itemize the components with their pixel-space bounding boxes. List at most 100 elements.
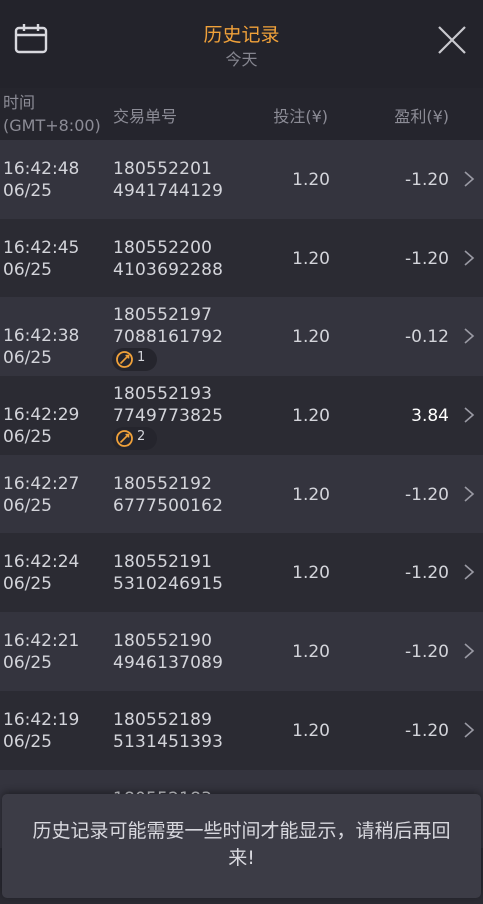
- row-bet: 1.20: [292, 170, 330, 190]
- row-order-id: 180552189 5131451393: [113, 709, 223, 753]
- row-bet: 1.20: [292, 406, 330, 427]
- row-profit: -1.20: [405, 248, 449, 269]
- row-order-id: 180552197 7088161792: [113, 304, 223, 348]
- row-order-id-part2: 4941744129: [113, 181, 224, 201]
- table-row[interactable]: 16:42:38 06/25 180552197 7088161792 1 1.20 -0.…: [0, 297, 483, 377]
- row-order-id-part1: 180552192: [113, 473, 213, 494]
- row-time: 16:42:21 06/25: [3, 630, 79, 674]
- row-order-id: 180552192 6777500162: [113, 473, 223, 517]
- row-time-clock: 16:42:48: [3, 159, 80, 179]
- row-time: 16:42:38 06/25: [3, 325, 79, 369]
- close-icon[interactable]: [436, 24, 468, 56]
- toast-message: 历史记录可能需要一些时间才能显示，请稍后再回来!: [32, 820, 451, 869]
- row-profit: -1.20: [405, 563, 449, 584]
- row-time: 16:42:27 06/25: [3, 473, 79, 517]
- row-time: 16:42:48 06/25: [3, 158, 79, 202]
- column-header-time-label: 时间: [3, 93, 36, 112]
- row-time: 16:42:19 06/25: [3, 709, 79, 753]
- row-order-id: 180552201 4941744129: [113, 158, 223, 202]
- chevron-right-icon[interactable]: [463, 249, 475, 267]
- row-time-clock: 16:42:19: [3, 709, 80, 730]
- chevron-right-icon[interactable]: [463, 563, 475, 581]
- row-time: 16:42:45 06/25: [3, 237, 79, 281]
- row-order-id-part1: 180552200: [113, 237, 213, 258]
- date-filter-label[interactable]: 今天: [0, 46, 483, 70]
- column-header-time: 时间 (GMT+8:00): [3, 91, 101, 137]
- row-order-id-part2: 5131451393: [113, 731, 224, 752]
- row-time-clock: 16:42:21: [3, 631, 80, 652]
- row-profit: -1.20: [405, 642, 449, 663]
- table-row[interactable]: 16:42:21 06/25 180552190 4946137089 1.20 -1.2…: [0, 612, 483, 691]
- row-time-date: 06/25: [3, 427, 52, 448]
- column-header-bet: 投注(¥): [273, 107, 328, 126]
- column-header-profit: 盈利(¥): [394, 107, 449, 126]
- table-row[interactable]: 16:42:45 06/25 180552200 4103692288 1.20 -1.2…: [0, 218, 483, 298]
- table-row[interactable]: 16:42:48 06/25 180552201 4941744129 1.20 -1.2…: [0, 140, 483, 219]
- row-bet: 1.20: [292, 720, 330, 741]
- table-row[interactable]: 16:42:24 06/25 180552191 5310246915 1.20 -1.2…: [0, 533, 483, 613]
- chevron-right-icon[interactable]: [463, 327, 475, 345]
- chevron-right-icon[interactable]: [463, 642, 475, 660]
- header-bar: 历史记录 今天: [0, 0, 483, 88]
- row-order-id-part2: 7088161792: [113, 327, 224, 348]
- row-profit: 3.84: [411, 406, 449, 427]
- row-order-id: 180552193 7749773825: [113, 383, 223, 427]
- row-time-date: 06/25: [3, 731, 52, 752]
- row-order-id: 180552191 5310246915: [113, 551, 223, 595]
- history-list: 16:42:48 06/25 180552201 4941744129 1.20 -1.2…: [0, 140, 483, 849]
- row-order-id: 180552190 4946137089: [113, 630, 223, 674]
- table-row[interactable]: 16:42:27 06/25 180552192 6777500162 1.20 -1.2…: [0, 454, 483, 534]
- row-order-id-part2: 6777500162: [113, 495, 224, 516]
- row-profit: -1.20: [405, 720, 449, 741]
- loading-notice-toast: 历史记录可能需要一些时间才能显示，请稍后再回来!: [2, 794, 481, 898]
- row-time: 16:42:29 06/25: [3, 404, 79, 448]
- row-order-id-part2: 5310246915: [113, 574, 224, 595]
- row-bet: 1.20: [292, 248, 330, 269]
- row-order-id-part2: 7749773825: [113, 406, 224, 427]
- row-profit: -1.20: [405, 484, 449, 505]
- row-time-date: 06/25: [3, 181, 52, 201]
- row-order-id-part2: 4103692288: [113, 259, 224, 280]
- row-bet: 1.20: [292, 642, 330, 663]
- row-order-id-part1: 180552191: [113, 552, 213, 573]
- free-spin-icon: [116, 351, 133, 369]
- column-header-order-id: 交易单号: [113, 107, 178, 126]
- row-time-date: 06/25: [3, 495, 52, 516]
- row-time-date: 06/25: [3, 348, 52, 369]
- chevron-right-icon[interactable]: [463, 721, 475, 739]
- row-time-clock: 16:42:27: [3, 473, 80, 494]
- row-time: 16:42:24 06/25: [3, 551, 79, 595]
- row-profit: -1.20: [405, 170, 449, 190]
- free-spin-icon: [116, 430, 133, 447]
- free-spin-badge: 2: [112, 427, 157, 451]
- row-time-date: 06/25: [3, 653, 52, 674]
- free-spin-count: 2: [137, 429, 146, 445]
- row-bet: 1.20: [292, 327, 330, 348]
- row-time-date: 06/25: [3, 259, 52, 280]
- row-time-clock: 16:42:45: [3, 237, 80, 258]
- row-time-date: 06/25: [3, 574, 52, 595]
- row-order-id-part1: 180552193: [113, 384, 213, 405]
- free-spin-badge: 1: [112, 348, 157, 372]
- row-time-clock: 16:42:29: [3, 405, 80, 426]
- row-order-id-part1: 180552197: [113, 305, 213, 326]
- table-row[interactable]: 16:42:29 06/25 180552193 7749773825 2 1.20 3.8…: [0, 376, 483, 455]
- row-order-id: 180552200 4103692288: [113, 237, 223, 281]
- row-order-id-part1: 180552190: [113, 631, 213, 652]
- row-order-id-part1: 180552189: [113, 709, 213, 730]
- chevron-right-icon[interactable]: [463, 485, 475, 503]
- free-spin-count: 1: [137, 350, 146, 366]
- table-header: 时间 (GMT+8:00) 交易单号 投注(¥) 盈利(¥): [0, 88, 483, 140]
- row-time-clock: 16:42:38: [3, 326, 80, 347]
- page-title: 历史记录: [203, 24, 280, 46]
- row-order-id-part2: 4946137089: [113, 653, 224, 674]
- row-bet: 1.20: [292, 563, 330, 584]
- row-time-clock: 16:42:24: [3, 552, 80, 573]
- chevron-right-icon[interactable]: [463, 170, 475, 188]
- chevron-right-icon[interactable]: [463, 406, 475, 424]
- row-order-id-part1: 180552201: [113, 159, 213, 179]
- row-profit: -0.12: [405, 327, 449, 348]
- row-bet: 1.20: [292, 484, 330, 505]
- column-header-timezone: (GMT+8:00): [3, 116, 101, 135]
- table-row[interactable]: 16:42:19 06/25 180552189 5131451393 1.20 -1.2…: [0, 690, 483, 770]
